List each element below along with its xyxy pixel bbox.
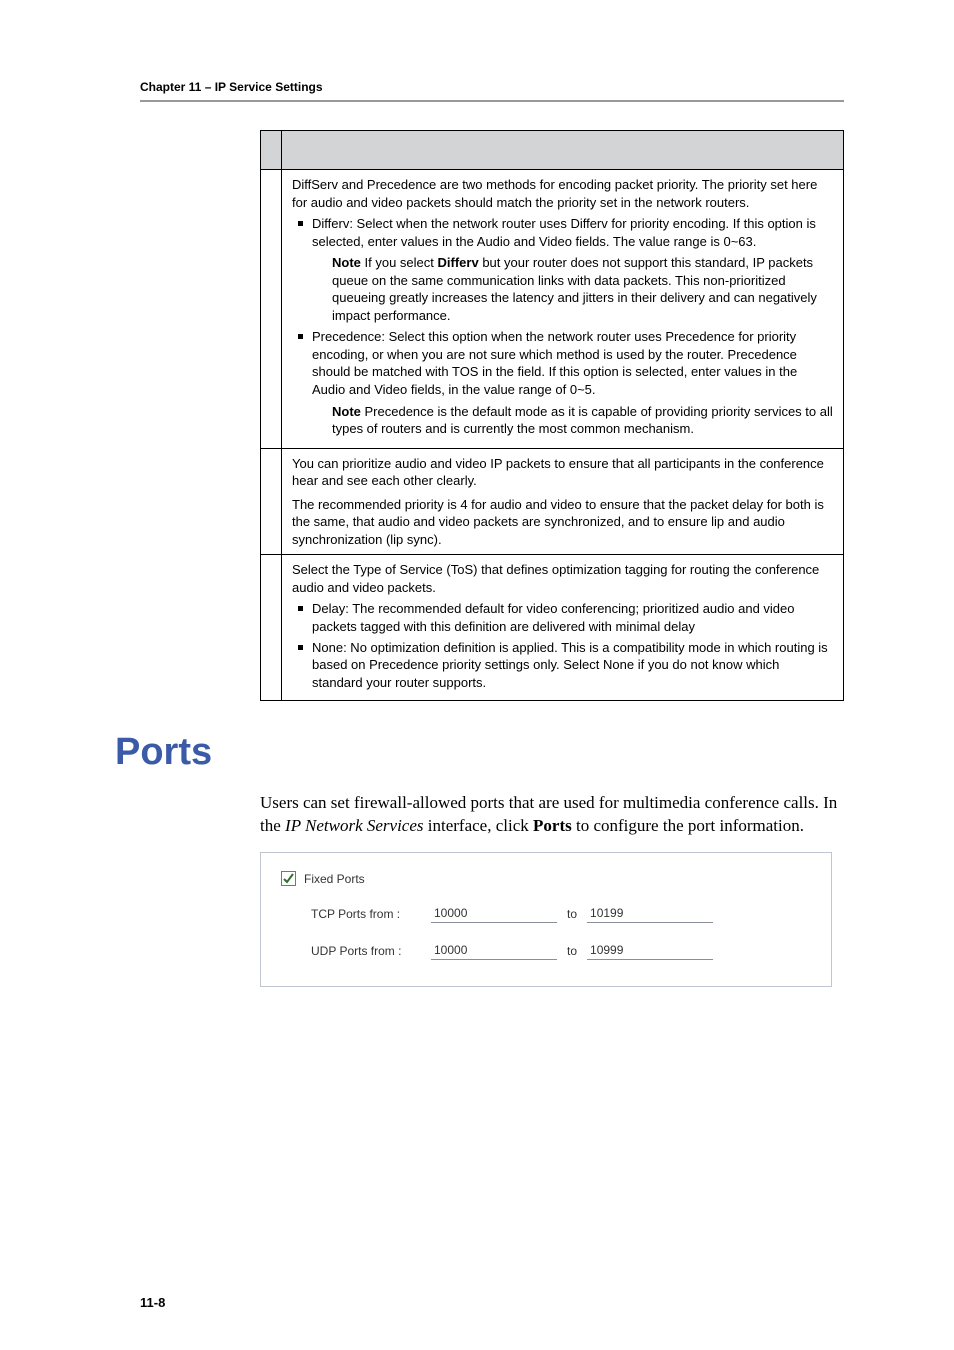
col-header-desc: [282, 131, 844, 170]
tcp-to-label: to: [567, 907, 577, 921]
row1-desc-cell: You can prioritize audio and video IP pa…: [282, 448, 844, 555]
row0-b1g: fields, in the value range of 0~5.: [411, 382, 596, 397]
row2-name-cell: [261, 555, 282, 701]
col-header-name: [261, 131, 282, 170]
row0-intro: DiffServ and Precedence are two methods …: [292, 176, 833, 211]
ports-para-4: to configure the port information.: [576, 816, 804, 835]
row0-b1-bold: TOS: [452, 364, 479, 379]
fixed-ports-checkbox[interactable]: [281, 871, 296, 886]
ports-para-3: Ports: [533, 816, 572, 835]
ports-paragraph: Users can set firewall-allowed ports tha…: [260, 792, 844, 838]
row1-name-cell: [261, 448, 282, 555]
page-number: 11-8: [140, 1295, 165, 1310]
row0-b0-note1-bold: Differv: [438, 255, 479, 270]
ports-para-1: IP Network Services: [285, 816, 423, 835]
row1-p1: You can prioritize audio and video IP pa…: [292, 455, 833, 490]
fixed-ports-label: Fixed Ports: [304, 872, 365, 886]
row0-b1e: and: [349, 382, 371, 397]
ports-para-2: interface, click: [428, 816, 533, 835]
row2-desc-cell: Select the Type of Service (ToS) that de…: [282, 555, 844, 701]
tcp-to-input[interactable]: 10199: [587, 904, 713, 923]
row2-b1b: None: [603, 657, 634, 672]
row2-b0: Delay: The recommended default for video…: [292, 600, 833, 635]
note-label2: Note: [332, 404, 361, 419]
row0-name-cell: [261, 170, 282, 449]
row0-b1f: Video: [374, 382, 407, 397]
running-header: Chapter 11 – IP Service Settings: [140, 80, 844, 94]
udp-to-input[interactable]: 10999: [587, 941, 713, 960]
row0-b1-note: Precedence is the default mode as it is …: [332, 404, 833, 437]
udp-label: UDP Ports from :: [311, 944, 431, 958]
row0-b1c: in the field. If this option is selected…: [482, 364, 797, 379]
row1-p2: The recommended priority is 4 for audio …: [292, 496, 833, 549]
tcp-label: TCP Ports from :: [311, 907, 431, 921]
udp-from-input[interactable]: 10000: [431, 941, 557, 960]
tcp-from-input[interactable]: 10000: [431, 904, 557, 923]
note-label: Note: [332, 255, 361, 270]
row0-b0: Differv: Select when the network router …: [312, 216, 816, 249]
row0-desc-cell: DiffServ and Precedence are two methods …: [282, 170, 844, 449]
udp-to-label: to: [567, 944, 577, 958]
header-rule: [140, 100, 844, 102]
row2-intro: Select the Type of Service (ToS) that de…: [292, 561, 833, 596]
row0-b1d: Audio: [312, 382, 345, 397]
ports-panel: Fixed Ports TCP Ports from : 10000 to 10…: [260, 852, 832, 987]
section-title-ports: Ports: [115, 731, 844, 774]
row0-b0-note1: If you select: [365, 255, 434, 270]
settings-table: DiffServ and Precedence are two methods …: [260, 130, 844, 701]
